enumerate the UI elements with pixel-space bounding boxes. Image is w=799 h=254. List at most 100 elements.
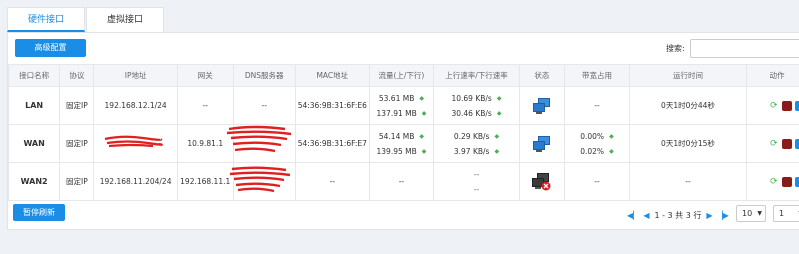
col-header-mac[interactable]: MAC地址 (294, 64, 370, 87)
col-header-ip[interactable]: IP地址 (93, 64, 178, 87)
page-number-value: 1 (779, 209, 785, 218)
cell-status (518, 162, 565, 201)
stop-icon[interactable] (781, 176, 792, 187)
table-row[interactable]: WAN 固定IP 10.9.81.1 54:36:9B:31:6F:E7 54.… (7, 124, 799, 163)
up-arrow-icon: ◆ (609, 132, 614, 140)
cell-protocol: 固定IP (59, 124, 95, 163)
status-connected-icon (532, 135, 550, 152)
cell-mac: -- (294, 162, 370, 201)
tab-hardware-interfaces[interactable]: 硬件接口 (7, 7, 85, 32)
edit-icon[interactable] (794, 138, 799, 149)
page-info: 1 - 3 共 3 行 (654, 211, 702, 220)
col-header-traffic[interactable]: 流量(上/下行) (368, 64, 434, 87)
last-page-icon[interactable]: ▕▶ (717, 211, 729, 220)
stop-icon[interactable] (781, 100, 792, 111)
prev-page-icon[interactable]: ◀ (643, 211, 649, 220)
edit-icon[interactable] (794, 100, 799, 111)
col-header-bandwidth[interactable]: 带宽占用 (563, 64, 631, 87)
traffic-down-value: 139.95 MB (376, 146, 417, 156)
up-arrow-icon: ◆ (496, 94, 502, 102)
status-disconnected-icon (531, 172, 551, 190)
interfaces-panel: 高级配置 搜索: 接口名称 协议 IP地址 网关 DNS服务器 MAC地址 流量… (7, 32, 799, 230)
advanced-config-button[interactable]: 高级配置 (15, 39, 86, 57)
traffic-up-value: 53.61 MB (378, 93, 415, 103)
down-arrow-icon: ◆ (494, 147, 500, 155)
pagination: ◀▏ ◀ 1 - 3 共 3 行 ▶ ▕▶ (625, 210, 731, 221)
cell-dns (232, 162, 296, 201)
cell-uptime: 0天1时0分15秒 (629, 124, 747, 163)
cell-mac: 54:36:9B:31:6F:E6 (294, 86, 370, 125)
cell-mac: 54:36:9B:31:6F:E7 (294, 124, 370, 163)
cell-name: WAN2 (7, 162, 61, 201)
cell-gateway: 192.168.11.1 (176, 162, 234, 201)
cell-protocol: 固定IP (59, 86, 95, 125)
cell-rate: 0.29 KB/s ◆ 3.97 KB/s ◆ (432, 124, 520, 163)
col-header-dns[interactable]: DNS服务器 (232, 64, 296, 87)
table-header-row: 接口名称 协议 IP地址 网关 DNS服务器 MAC地址 流量(上/下行) 上行… (7, 64, 799, 87)
refresh-icon[interactable]: ⟳ (769, 139, 779, 149)
cell-uptime: -- (629, 162, 747, 201)
table-row[interactable]: LAN 固定IP 192.168.12.1/24 -- -- 54:36:9B:… (7, 86, 799, 125)
cell-bandwidth: 0.00% ◆ 0.02% ◆ (563, 124, 631, 163)
down-arrow-icon: ◆ (609, 147, 614, 155)
tab-bar: 硬件接口 虚拟接口 (7, 7, 164, 32)
rate-up-value: 0.29 KB/s (453, 131, 490, 141)
up-arrow-icon: ◆ (494, 132, 500, 140)
down-arrow-icon: ◆ (496, 109, 502, 117)
col-header-protocol[interactable]: 协议 (59, 64, 95, 87)
page-size-select[interactable]: 10 ▼ (736, 205, 766, 222)
rate-up-value: -- (473, 169, 480, 179)
col-header-actions: 动作 (745, 64, 799, 87)
page-number-select[interactable]: 1 ▼ (773, 205, 799, 222)
rate-down-value: 3.97 KB/s (453, 146, 490, 156)
table-row[interactable]: WAN2 固定IP 192.168.11.204/24 192.168.11.1… (7, 162, 799, 201)
up-arrow-icon: ◆ (419, 132, 424, 140)
cell-actions: ⟳ (745, 124, 799, 163)
cell-ip (93, 124, 178, 163)
cell-status (518, 86, 565, 125)
cell-actions: ⟳ (745, 162, 799, 201)
refresh-icon[interactable]: ⟳ (769, 101, 779, 111)
cell-ip: 192.168.11.204/24 (93, 162, 178, 201)
cell-status (518, 124, 565, 163)
cell-traffic: 54.14 MB ◆ 139.95 MB ◆ (368, 124, 434, 163)
col-header-name[interactable]: 接口名称 (7, 64, 61, 87)
cell-gateway: -- (176, 86, 234, 125)
tab-virtual-interfaces[interactable]: 虚拟接口 (86, 7, 164, 32)
refresh-icon[interactable]: ⟳ (769, 177, 779, 187)
cell-actions: ⟳ (745, 86, 799, 125)
edit-icon[interactable] (794, 176, 799, 187)
cell-rate: -- -- (432, 162, 520, 201)
traffic-up-value: 54.14 MB (378, 131, 415, 141)
col-header-rate[interactable]: 上行速率/下行速率 (432, 64, 520, 87)
stop-icon[interactable] (781, 138, 792, 149)
down-arrow-icon: ◆ (421, 147, 427, 155)
interfaces-table: 接口名称 协议 IP地址 网关 DNS服务器 MAC地址 流量(上/下行) 上行… (7, 64, 799, 201)
rate-down-value: 30.46 KB/s (451, 108, 492, 118)
cell-bandwidth: -- (563, 86, 631, 125)
cell-dns (232, 124, 296, 163)
cell-name: LAN (7, 86, 61, 125)
cell-dns: -- (232, 86, 296, 125)
bandwidth-down-value: 0.02% (580, 146, 605, 156)
col-header-gateway[interactable]: 网关 (176, 64, 234, 87)
traffic-down-value: 137.91 MB (376, 108, 417, 118)
bandwidth-up-value: 0.00% (580, 131, 605, 141)
cell-protocol: 固定IP (59, 162, 95, 201)
cell-traffic: -- (368, 162, 434, 201)
down-arrow-icon: ◆ (421, 109, 427, 117)
rate-down-value: -- (473, 184, 480, 194)
col-header-uptime[interactable]: 运行时间 (629, 64, 747, 87)
cell-rate: 10.69 KB/s ◆ 30.46 KB/s ◆ (432, 86, 520, 125)
cell-uptime: 0天1时0分44秒 (629, 86, 747, 125)
search-label: 搜索: (666, 44, 685, 53)
cell-ip: 192.168.12.1/24 (93, 86, 178, 125)
next-page-icon[interactable]: ▶ (706, 211, 712, 220)
cell-traffic: 53.61 MB ◆ 137.91 MB ◆ (368, 86, 434, 125)
search-input[interactable] (690, 39, 799, 58)
col-header-status[interactable]: 状态 (518, 64, 565, 87)
up-arrow-icon: ◆ (419, 94, 424, 102)
cell-name: WAN (7, 124, 61, 163)
first-page-icon[interactable]: ◀▏ (627, 211, 639, 220)
pause-refresh-button[interactable]: 暂停刷新 (13, 204, 65, 221)
